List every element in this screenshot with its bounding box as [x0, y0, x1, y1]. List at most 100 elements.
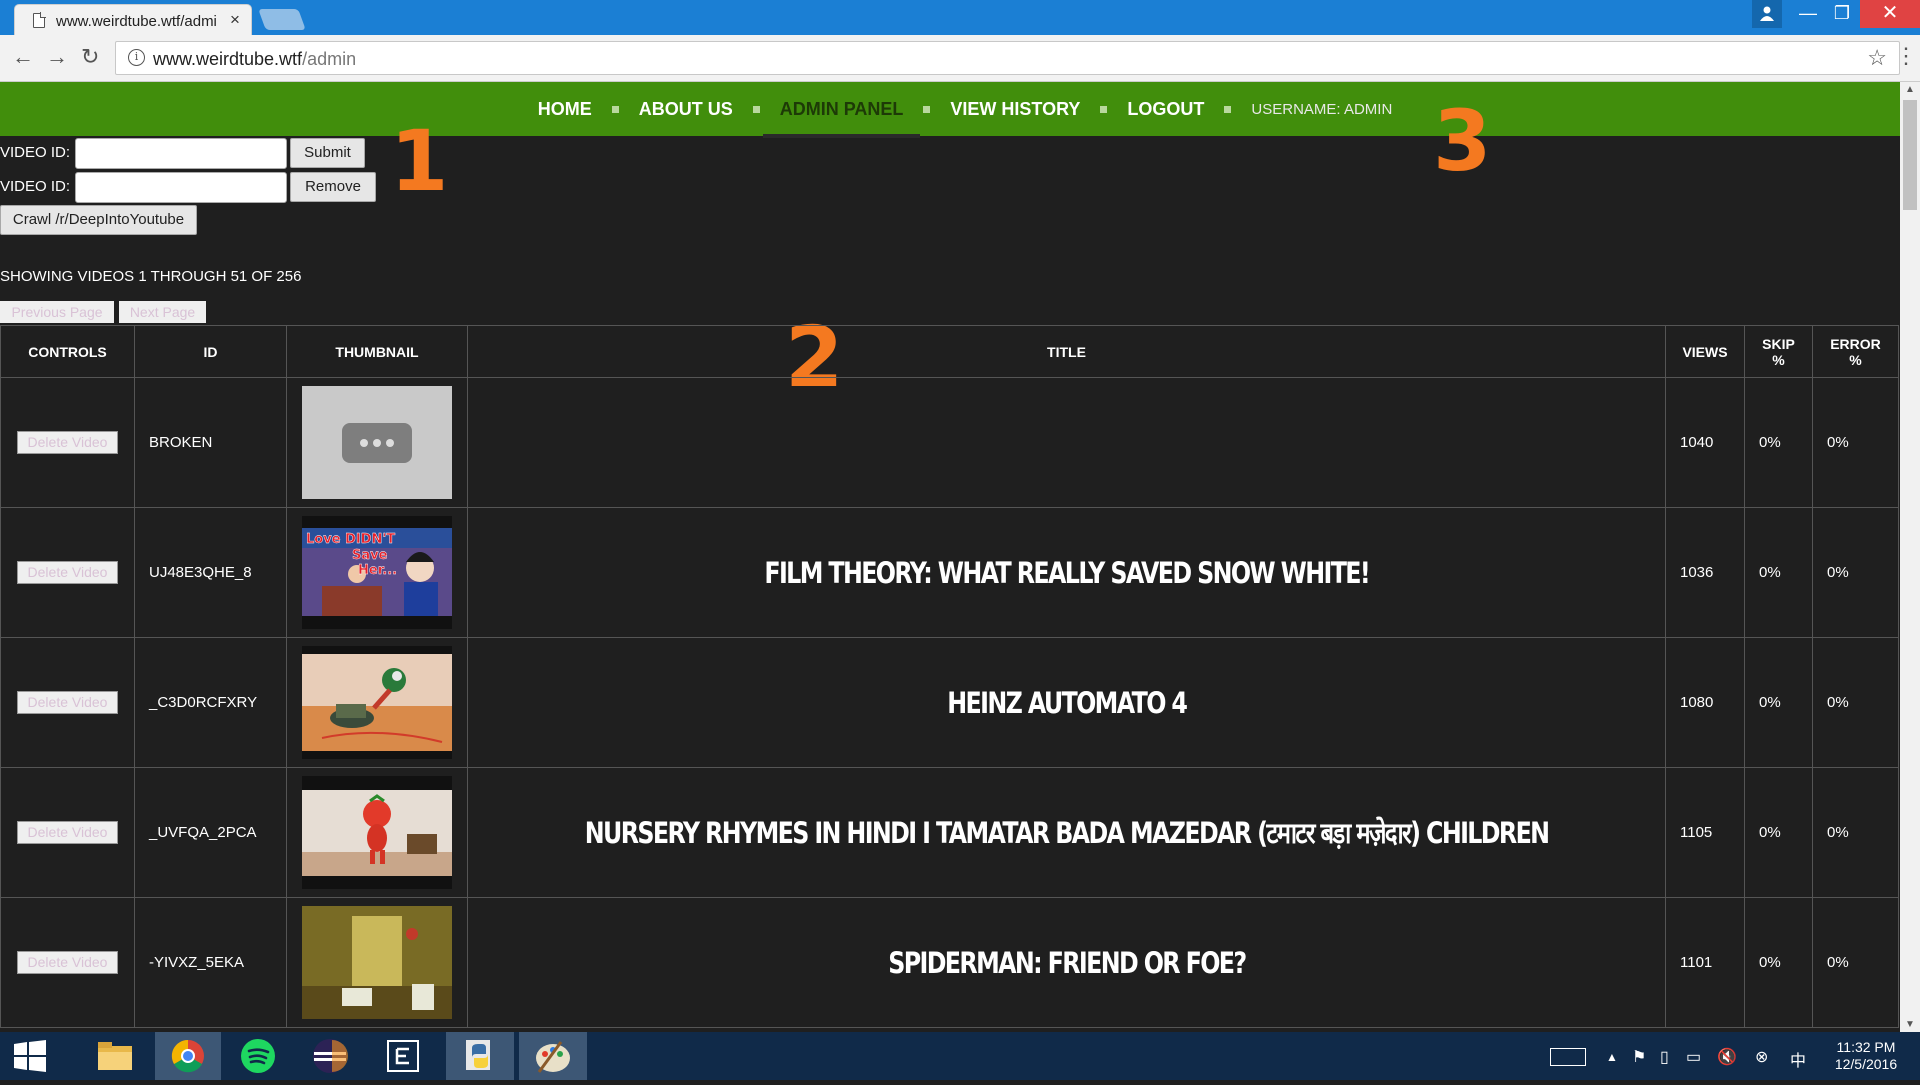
volume-muted-icon[interactable]: 🔇	[1717, 1047, 1737, 1067]
video-id-cell: UJ48E3QHE_8	[134, 507, 287, 638]
views-cell: 1080	[1665, 637, 1745, 768]
table-header-row: CONTROLS ID THUMBNAIL TITLE VIEWS SKIP% …	[0, 325, 1899, 378]
new-tab-button[interactable]	[258, 9, 306, 30]
submit-button[interactable]: Submit	[290, 138, 365, 168]
nav-separator	[611, 105, 619, 113]
nav-logout[interactable]: LOGOUT	[1127, 99, 1204, 120]
action-flag-icon[interactable]: ⚑	[1632, 1047, 1646, 1067]
thumbnail-image[interactable]: Love DIDN'T Save Her...	[302, 516, 452, 629]
previous-page-button[interactable]: Previous Page	[0, 301, 114, 323]
header-skip-line1: SKIP	[1762, 335, 1795, 352]
skip-cell: 0%	[1744, 507, 1813, 638]
views-cell: 1040	[1665, 377, 1745, 508]
thumbnail-image[interactable]	[302, 776, 452, 889]
nav-admin-panel[interactable]: ADMIN PANEL	[762, 99, 921, 138]
username-label: USERNAME: ADMIN	[1251, 100, 1393, 118]
thumbnail-image[interactable]	[302, 386, 452, 499]
delete-video-button[interactable]: Delete Video	[17, 951, 118, 974]
title-cell: HEINZ AUTOMATO 4	[467, 637, 1666, 768]
delete-video-button[interactable]: Delete Video	[17, 821, 118, 844]
tab-title: www.weirdtube.wtf/admi	[56, 13, 217, 30]
site-info-icon[interactable]: i	[128, 49, 145, 66]
device-icon[interactable]: ▯	[1660, 1047, 1669, 1067]
videos-table: CONTROLS ID THUMBNAIL TITLE VIEWS SKIP% …	[0, 325, 1899, 1028]
reload-icon[interactable]: ↻	[81, 44, 99, 70]
thumbnail-cell: Love DIDN'T Save Her...	[286, 507, 468, 638]
remove-video-id-input[interactable]	[75, 172, 287, 203]
controls-cell: Delete Video	[0, 507, 135, 638]
next-page-button[interactable]: Next Page	[119, 301, 206, 323]
delete-video-button[interactable]: Delete Video	[17, 561, 118, 584]
show-hidden-icons[interactable]: ▲	[1606, 1050, 1618, 1064]
header-views: VIEWS	[1665, 325, 1745, 378]
thumbnail-image[interactable]	[302, 646, 452, 759]
network-icon[interactable]: ▭	[1686, 1047, 1701, 1067]
page-scrollbar[interactable]: ▲ ▼	[1900, 82, 1920, 1032]
tab-close-icon[interactable]: ×	[230, 10, 240, 30]
table-row: Delete Video _C3D0RCFXRY HEINZ AUTOMATO …	[0, 637, 1899, 768]
maximize-icon[interactable]: ❐	[1824, 0, 1860, 28]
crawl-button[interactable]: Crawl /r/DeepIntoYoutube	[0, 205, 197, 235]
header-thumbnail: THUMBNAIL	[286, 325, 468, 378]
nav-view-history[interactable]: VIEW HISTORY	[950, 99, 1080, 120]
thumbnail-cell	[286, 767, 468, 898]
nav-about-us[interactable]: ABOUT US	[639, 99, 733, 120]
views-cell: 1036	[1665, 507, 1745, 638]
controls-cell: Delete Video	[0, 637, 135, 768]
add-video-id-input[interactable]	[75, 138, 287, 169]
bookmark-star-icon[interactable]: ☆	[1867, 45, 1887, 71]
clock-time: 11:32 PM	[1836, 1039, 1896, 1055]
browser-menu-icon[interactable]: ⋮	[1895, 43, 1917, 69]
paint-taskbar-icon[interactable]	[519, 1032, 587, 1080]
system-clock[interactable]: 11:32 PM 12/5/2016	[1826, 1039, 1906, 1073]
video-id-cell: BROKEN	[134, 377, 287, 508]
eclipse-icon[interactable]	[312, 1032, 356, 1080]
windows-taskbar: ▲ ⚑ ▯ ▭ 🔇 ⊗ 中 11:32 PM 12/5/2016	[0, 1032, 1920, 1080]
header-error-line2: %	[1849, 351, 1862, 368]
input-method-icon[interactable]: 中	[1790, 1047, 1806, 1071]
thumbnail-cell	[286, 637, 468, 768]
nav-separator	[1224, 105, 1232, 113]
scroll-up-icon[interactable]: ▲	[1905, 84, 1915, 95]
nav-home[interactable]: HOME	[538, 99, 592, 120]
nav-separator	[923, 105, 931, 113]
views-cell: 1101	[1665, 897, 1745, 1028]
delete-video-button[interactable]: Delete Video	[17, 431, 118, 454]
url-path: /admin	[302, 49, 357, 69]
remove-video-id-label: VIDEO ID:	[0, 178, 71, 195]
spotify-icon[interactable]	[240, 1032, 284, 1080]
back-icon[interactable]: ←	[12, 44, 34, 70]
title-cell	[467, 377, 1666, 508]
sync-error-icon[interactable]: ⊗	[1755, 1047, 1768, 1067]
thumbnail-cell	[286, 377, 468, 508]
browser-tab-active[interactable]: www.weirdtube.wtf/admi ×	[14, 4, 252, 35]
views-cell: 1105	[1665, 767, 1745, 898]
header-title: TITLE	[467, 325, 1666, 378]
profile-icon[interactable]	[1752, 0, 1782, 28]
python-taskbar-icon[interactable]	[446, 1032, 514, 1080]
remove-button[interactable]: Remove	[290, 172, 376, 202]
nav-separator	[752, 105, 760, 113]
thumb-text-line2: Save	[352, 548, 388, 563]
scrollbar-thumb[interactable]	[1903, 100, 1917, 210]
forward-icon[interactable]: →	[46, 44, 68, 70]
skip-cell: 0%	[1744, 377, 1813, 508]
minimize-icon[interactable]: —	[1790, 0, 1826, 28]
skip-cell: 0%	[1744, 897, 1813, 1028]
file-explorer-icon[interactable]	[96, 1032, 136, 1080]
delete-video-button[interactable]: Delete Video	[17, 691, 118, 714]
windows-start-icon[interactable]	[8, 1032, 52, 1080]
address-bar[interactable]: i www.weirdtube.wtf/admin ☆	[115, 41, 1900, 75]
header-error-line1: ERROR	[1830, 335, 1881, 352]
thumbnail-image[interactable]	[302, 906, 452, 1019]
terminal-app-icon[interactable]	[386, 1032, 430, 1080]
video-id-cell: _UVFQA_2PCA	[134, 767, 287, 898]
thumb-text-line1: Love DIDN'T	[306, 532, 395, 547]
add-video-id-label: VIDEO ID:	[0, 144, 71, 161]
window-close-icon[interactable]: ✕	[1860, 0, 1920, 28]
showing-count-text: SHOWING VIDEOS 1 THROUGH 51 OF 256	[0, 268, 302, 285]
video-title: FILM THEORY: WHAT REALLY SAVED SNOW WHIT…	[764, 555, 1370, 590]
keyboard-icon[interactable]	[1550, 1048, 1586, 1066]
scroll-down-icon[interactable]: ▼	[1905, 1019, 1915, 1030]
chrome-taskbar-icon[interactable]	[155, 1032, 221, 1080]
